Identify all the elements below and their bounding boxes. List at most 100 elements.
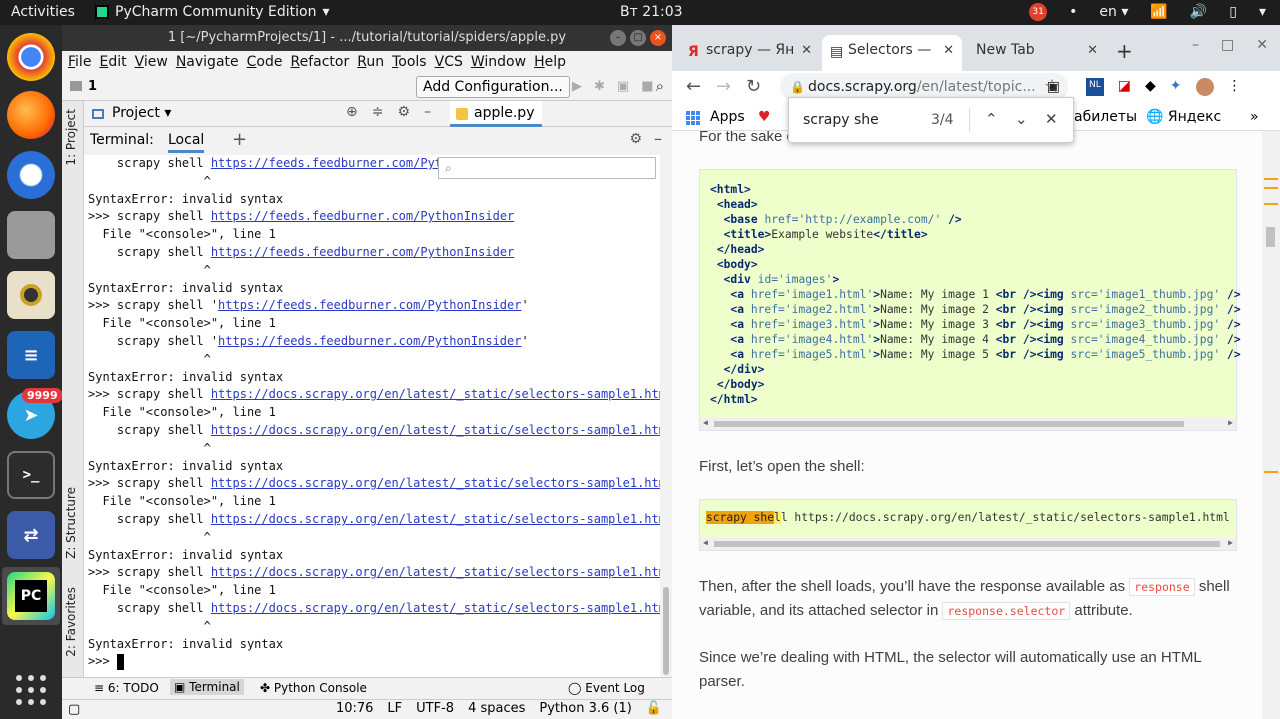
terminal-link[interactable]: https://docs.scrapy.org/en/latest/_stati… bbox=[211, 565, 660, 579]
terminal-link[interactable]: https://feeds.feedburner.com/PythonI bbox=[211, 156, 471, 170]
tab-terminal[interactable]: ▣ Terminal bbox=[170, 679, 244, 695]
close-tab-icon[interactable]: ✕ bbox=[1087, 43, 1098, 58]
scrollbar-thumb[interactable] bbox=[663, 587, 669, 675]
terminal-search-input[interactable]: ⌕ bbox=[438, 157, 656, 179]
line-separator[interactable]: LF bbox=[387, 701, 402, 716]
bookmark-apps[interactable]: Apps bbox=[710, 109, 745, 125]
bookmark-star-icon[interactable]: ☆ bbox=[1044, 76, 1060, 97]
pycharm-icon[interactable]: PC bbox=[7, 572, 55, 620]
nl-extension-icon[interactable]: NL bbox=[1086, 78, 1104, 96]
file-encoding[interactable]: UTF-8 bbox=[416, 701, 454, 716]
avatar[interactable] bbox=[1195, 78, 1214, 96]
terminal-tab-local[interactable]: Local bbox=[168, 132, 205, 153]
close-icon[interactable]: ✕ bbox=[1256, 37, 1268, 53]
show-apps-icon[interactable] bbox=[16, 675, 46, 705]
terminal-link[interactable]: https://feeds.feedburner.com/PythonInsid… bbox=[218, 334, 521, 348]
volume-icon[interactable]: 🔊 bbox=[1190, 4, 1207, 20]
menu-view[interactable]: View bbox=[135, 54, 168, 70]
code-horizontal-scrollbar[interactable]: ◀ ▶ bbox=[700, 418, 1236, 430]
terminal-link[interactable]: https://docs.scrapy.org/en/latest/_stati… bbox=[211, 387, 660, 401]
menu-navigate[interactable]: Navigate bbox=[176, 54, 239, 70]
terminal-settings-icon[interactable]: ⚙ bbox=[629, 131, 642, 147]
browser-tab-selectors[interactable]: ▤ Selectors — ✕ bbox=[822, 35, 962, 71]
blue-extension-icon[interactable]: ✦ bbox=[1170, 78, 1182, 96]
new-terminal-icon[interactable]: + bbox=[232, 129, 247, 150]
lock-icon[interactable]: 🔓 bbox=[646, 701, 662, 716]
bookmark-tables[interactable]: абилеты bbox=[1074, 109, 1137, 125]
find-close-icon[interactable]: ✕ bbox=[1045, 110, 1058, 128]
red-extension-icon[interactable]: ◪ bbox=[1118, 78, 1131, 96]
terminal-link[interactable]: https://feeds.feedburner.com/PythonInsid… bbox=[211, 209, 514, 223]
code-horizontal-scrollbar[interactable]: ◀ ▶ bbox=[700, 538, 1236, 550]
speaker-icon[interactable] bbox=[7, 271, 55, 319]
interpreter-selector[interactable]: Python 3.6 (1) bbox=[539, 701, 631, 716]
menu-edit[interactable]: Edit bbox=[99, 54, 126, 70]
wifi-icon[interactable]: 📶 bbox=[1150, 4, 1167, 20]
menu-tools[interactable]: Tools bbox=[392, 54, 427, 70]
scrollbar-thumb[interactable] bbox=[1266, 227, 1275, 247]
files-icon[interactable] bbox=[7, 211, 55, 259]
menu-file[interactable]: File bbox=[68, 54, 91, 70]
tab-structure[interactable]: Z: Structure bbox=[64, 487, 78, 559]
run-icon[interactable]: ▶ bbox=[572, 79, 582, 94]
terminal-link[interactable]: https://docs.scrapy.org/en/latest/_stati… bbox=[211, 423, 660, 437]
language-indicator[interactable]: en ▾ bbox=[1099, 4, 1128, 20]
find-next-icon[interactable]: ⌄ bbox=[1015, 110, 1028, 128]
scrollbar-thumb[interactable] bbox=[714, 421, 1184, 427]
tab-favorites[interactable]: 2: Favorites bbox=[64, 587, 78, 657]
chrome-icon[interactable] bbox=[7, 33, 55, 81]
window-titlebar[interactable]: 1 [~/PycharmProjects/1] - .../tutorial/t… bbox=[62, 25, 672, 51]
black-extension-icon[interactable]: ◆ bbox=[1145, 78, 1156, 96]
scroll-right-icon[interactable]: ▶ bbox=[1228, 538, 1233, 547]
tab-apple-py[interactable]: apple.py bbox=[450, 101, 543, 127]
scroll-left-icon[interactable]: ◀ bbox=[703, 418, 708, 427]
find-previous-icon[interactable]: ⌃ bbox=[985, 110, 998, 128]
hide-terminal-icon[interactable]: – bbox=[654, 129, 662, 148]
reload-icon[interactable]: ↻ bbox=[746, 76, 761, 97]
bookmark-yandex[interactable]: 🌐 Яндекс bbox=[1146, 109, 1221, 125]
add-configuration-button[interactable]: Add Configuration... bbox=[416, 76, 570, 98]
dot-icon[interactable]: • bbox=[1069, 4, 1077, 20]
more-menu-icon[interactable]: ⋮ bbox=[1228, 78, 1242, 96]
stop-icon[interactable]: ■ bbox=[641, 79, 653, 94]
locate-icon[interactable]: ⊕ bbox=[346, 104, 358, 120]
search-icon[interactable]: ⌕ bbox=[656, 77, 664, 95]
menu-window[interactable]: Window bbox=[471, 54, 526, 70]
page-scrollbar[interactable] bbox=[1262, 131, 1280, 719]
breadcrumb[interactable]: 1 bbox=[88, 79, 97, 94]
panel-toggle-icon[interactable]: ▢ bbox=[68, 702, 80, 717]
minimize-icon[interactable]: – bbox=[610, 30, 626, 46]
tab-python-console[interactable]: ✤ Python Console bbox=[260, 681, 367, 695]
maximize-icon[interactable]: □ bbox=[630, 30, 646, 46]
terminal-link[interactable]: https://docs.scrapy.org/en/latest/_stati… bbox=[211, 601, 660, 615]
terminal-link[interactable]: https://feeds.feedburner.com/PythonInsid… bbox=[218, 298, 521, 312]
thunderbird-icon[interactable] bbox=[7, 151, 55, 199]
activities-button[interactable]: Activities bbox=[11, 4, 75, 20]
menu-code[interactable]: Code bbox=[247, 54, 283, 70]
gear-icon[interactable]: ⚙ bbox=[397, 104, 410, 120]
network-icon[interactable]: ⇄ bbox=[7, 511, 55, 559]
back-icon[interactable]: ← bbox=[686, 76, 701, 97]
scroll-left-icon[interactable]: ◀ bbox=[703, 538, 708, 547]
hide-icon[interactable]: – bbox=[424, 104, 431, 120]
new-tab-icon[interactable]: + bbox=[1116, 39, 1133, 63]
scrollbar-thumb[interactable] bbox=[714, 541, 1220, 547]
menu-run[interactable]: Run bbox=[357, 54, 384, 70]
menu-help[interactable]: Help bbox=[534, 54, 566, 70]
browser-tab-scrapy[interactable]: Я scrapy — Ян ✕ bbox=[680, 35, 820, 71]
menu-refactor[interactable]: Refactor bbox=[290, 54, 349, 70]
caret-position[interactable]: 10:76 bbox=[336, 701, 373, 716]
terminal-scrollbar[interactable] bbox=[660, 155, 672, 677]
yandex-disk-icon[interactable]: 31 bbox=[1029, 3, 1048, 21]
terminal-link[interactable]: https://docs.scrapy.org/en/latest/_stati… bbox=[211, 512, 660, 526]
coverage-icon[interactable]: ▣ bbox=[617, 79, 629, 94]
scroll-right-icon[interactable]: ▶ bbox=[1228, 418, 1233, 427]
close-tab-icon[interactable]: ✕ bbox=[943, 43, 954, 58]
collapse-icon[interactable]: ≑ bbox=[372, 104, 384, 120]
forward-icon[interactable]: → bbox=[716, 76, 731, 97]
indent-setting[interactable]: 4 spaces bbox=[468, 701, 525, 716]
find-input[interactable]: scrapy she bbox=[803, 112, 879, 128]
battery-icon[interactable]: ▯ bbox=[1229, 4, 1237, 20]
bookmark-favicon-icon[interactable]: ♥ bbox=[758, 109, 771, 125]
terminal-icon[interactable]: >_ bbox=[7, 451, 55, 499]
